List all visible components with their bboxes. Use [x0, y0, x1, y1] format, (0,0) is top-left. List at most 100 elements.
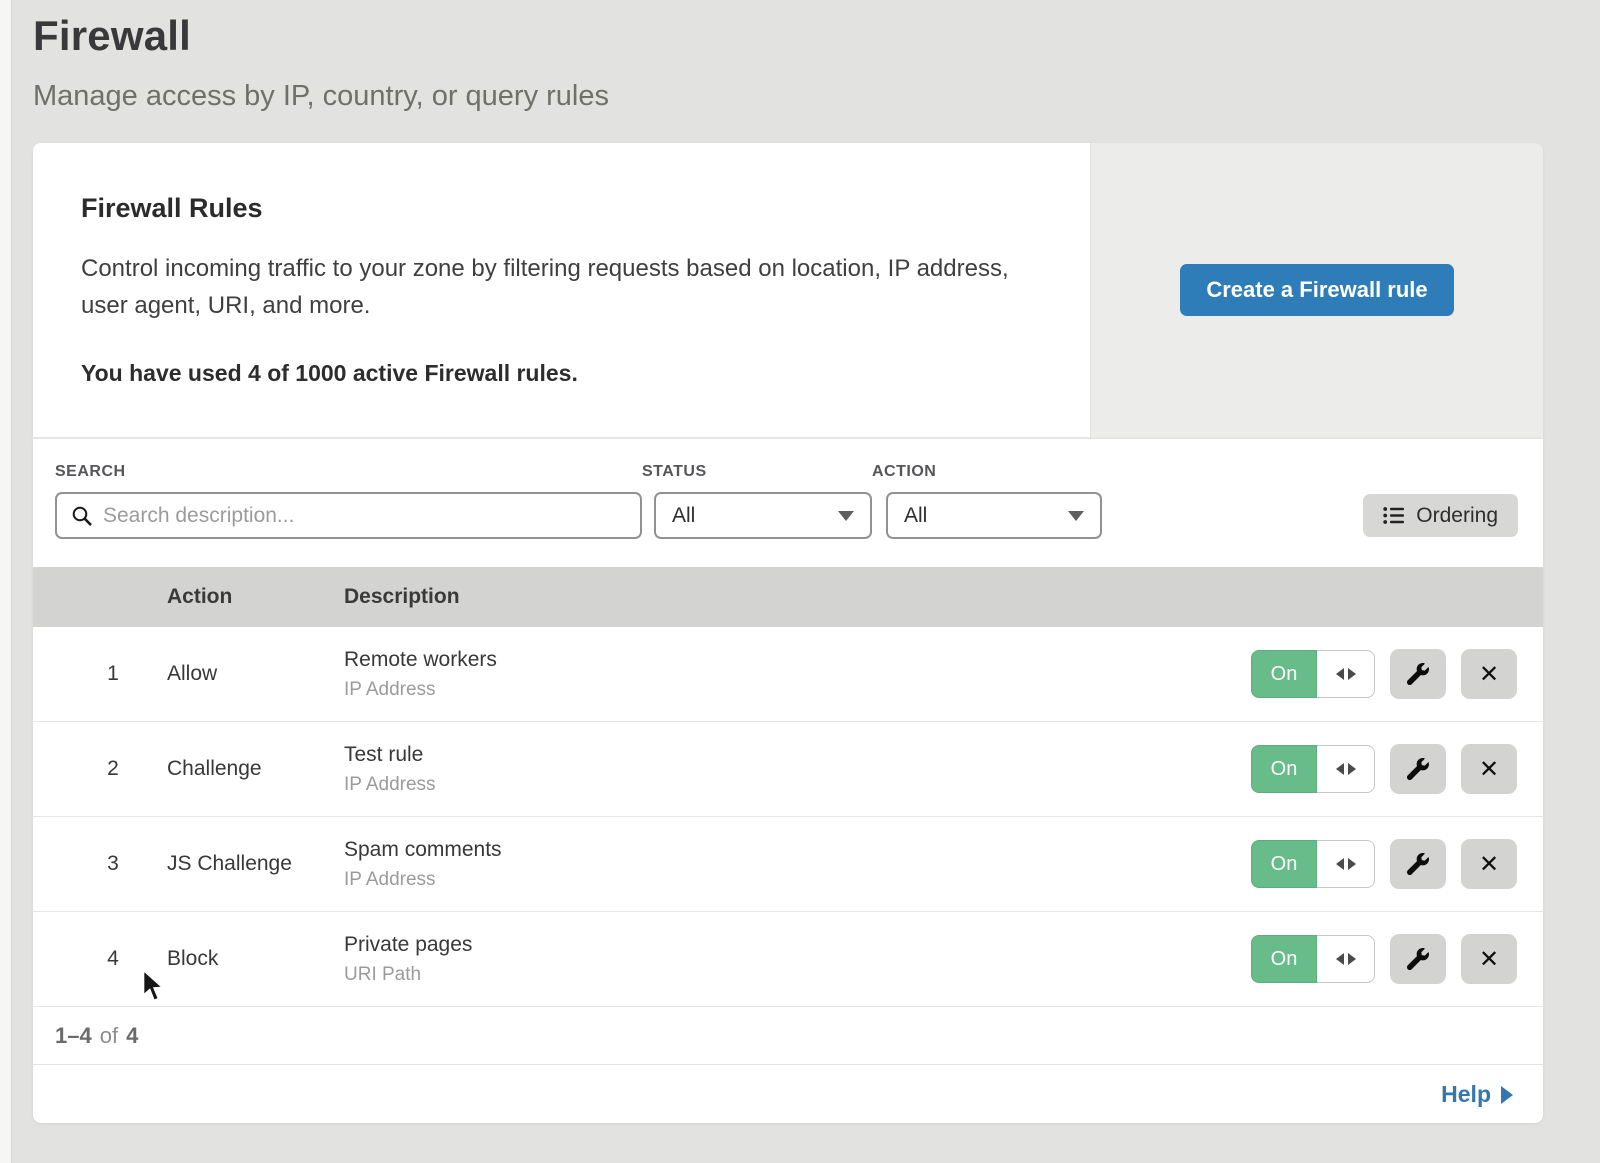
toggle-on-button[interactable]: On [1251, 650, 1317, 698]
wrench-icon [1407, 853, 1429, 875]
x-icon: ✕ [1479, 660, 1499, 689]
delete-rule-button[interactable]: ✕ [1461, 934, 1517, 984]
pagination-of: of [100, 1023, 118, 1049]
rule-priority: 2 [33, 757, 167, 781]
toggle-arrows-button[interactable] [1317, 840, 1375, 888]
chevron-down-icon [838, 511, 854, 521]
action-selected-value: All [904, 504, 927, 528]
card-description: Control incoming traffic to your zone by… [81, 250, 1031, 324]
arrow-left-icon [1336, 858, 1344, 870]
status-filter-group: STATUS All [642, 463, 872, 539]
table-header: Action Description [33, 567, 1543, 627]
table-row: 3 JS Challenge Spam comments IP Address … [33, 817, 1543, 912]
rule-match-type: URI Path [344, 964, 1251, 986]
rule-enabled-toggle: On [1251, 745, 1375, 793]
firewall-rules-card: Firewall Rules Control incoming traffic … [33, 143, 1543, 437]
ordering-button-label: Ordering [1416, 504, 1498, 528]
pagination-range: 1–4 [55, 1023, 92, 1049]
firewall-rules-card-body: Firewall Rules Control incoming traffic … [33, 143, 1090, 437]
search-box [55, 492, 642, 539]
page-subtitle: Manage access by IP, country, or query r… [33, 80, 1543, 113]
search-input[interactable] [103, 504, 626, 528]
arrow-right-icon [1348, 858, 1356, 870]
action-label: ACTION [872, 463, 1102, 481]
rule-enabled-toggle: On [1251, 650, 1375, 698]
rule-controls: On ✕ [1251, 744, 1543, 794]
window-left-edge [0, 0, 12, 1163]
arrow-right-icon [1348, 763, 1356, 775]
rule-match-type: IP Address [344, 679, 1251, 701]
rule-action: Block [167, 947, 344, 971]
table-row: 1 Allow Remote workers IP Address On [33, 627, 1543, 722]
help-link-label: Help [1441, 1081, 1491, 1108]
create-firewall-rule-button[interactable]: Create a Firewall rule [1180, 264, 1453, 316]
toggle-on-button[interactable]: On [1251, 840, 1317, 888]
rule-action: JS Challenge [167, 852, 344, 876]
edit-rule-button[interactable] [1390, 934, 1446, 984]
action-select[interactable]: All [886, 492, 1102, 539]
delete-rule-button[interactable]: ✕ [1461, 649, 1517, 699]
firewall-page: Firewall Manage access by IP, country, o… [33, 0, 1543, 1123]
arrow-right-icon [1348, 668, 1356, 680]
x-icon: ✕ [1479, 850, 1499, 879]
rule-priority: 3 [33, 852, 167, 876]
panel-footer: Help [33, 1065, 1543, 1123]
rule-priority: 4 [33, 947, 167, 971]
wrench-icon [1407, 758, 1429, 780]
filters-bar: SEARCH STATUS All ACTION All [33, 439, 1543, 567]
x-icon: ✕ [1479, 755, 1499, 784]
card-heading: Firewall Rules [81, 193, 1042, 224]
search-icon [71, 505, 93, 527]
arrow-left-icon [1336, 953, 1344, 965]
rule-description-cell: Remote workers IP Address [344, 648, 1251, 701]
edit-rule-button[interactable] [1390, 839, 1446, 889]
search-filter-group: SEARCH [55, 463, 642, 539]
rule-enabled-toggle: On [1251, 935, 1375, 983]
rule-description-cell: Test rule IP Address [344, 743, 1251, 796]
rule-controls: On ✕ [1251, 839, 1543, 889]
rules-panel: SEARCH STATUS All ACTION All [33, 439, 1543, 1123]
page-title: Firewall [33, 12, 1543, 60]
rule-description-cell: Private pages URI Path [344, 933, 1251, 986]
rule-controls: On ✕ [1251, 649, 1543, 699]
toggle-arrows-button[interactable] [1317, 745, 1375, 793]
edit-rule-button[interactable] [1390, 744, 1446, 794]
ordered-list-icon [1383, 506, 1405, 525]
rule-controls: On ✕ [1251, 934, 1543, 984]
edit-rule-button[interactable] [1390, 649, 1446, 699]
delete-rule-button[interactable]: ✕ [1461, 839, 1517, 889]
rule-description: Spam comments [344, 838, 1251, 862]
rule-enabled-toggle: On [1251, 840, 1375, 888]
pagination: 1–4 of 4 [33, 1007, 1543, 1065]
rule-match-type: IP Address [344, 869, 1251, 891]
x-icon: ✕ [1479, 945, 1499, 974]
table-row: 4 Block Private pages URI Path On [33, 912, 1543, 1007]
wrench-icon [1407, 948, 1429, 970]
arrow-left-icon [1336, 763, 1344, 775]
rule-action: Challenge [167, 757, 344, 781]
rule-match-type: IP Address [344, 774, 1251, 796]
rule-priority: 1 [33, 662, 167, 686]
toggle-on-button[interactable]: On [1251, 935, 1317, 983]
status-label: STATUS [642, 463, 872, 481]
chevron-down-icon [1068, 511, 1084, 521]
status-selected-value: All [672, 504, 695, 528]
search-label: SEARCH [55, 463, 642, 481]
rule-action: Allow [167, 662, 344, 686]
table-row: 2 Challenge Test rule IP Address On [33, 722, 1543, 817]
action-column-header: Action [167, 585, 344, 609]
delete-rule-button[interactable]: ✕ [1461, 744, 1517, 794]
help-link[interactable]: Help [1441, 1081, 1513, 1108]
action-filter-group: ACTION All [872, 463, 1102, 539]
rule-description: Remote workers [344, 648, 1251, 672]
description-column-header: Description [344, 585, 1543, 609]
status-select[interactable]: All [654, 492, 872, 539]
arrow-right-icon [1348, 953, 1356, 965]
rule-description-cell: Spam comments IP Address [344, 838, 1251, 891]
toggle-on-button[interactable]: On [1251, 745, 1317, 793]
toggle-arrows-button[interactable] [1317, 650, 1375, 698]
card-usage-count: You have used 4 of 1000 active Firewall … [81, 360, 1042, 387]
firewall-rules-card-side: Create a Firewall rule [1090, 143, 1543, 437]
toggle-arrows-button[interactable] [1317, 935, 1375, 983]
ordering-button[interactable]: Ordering [1363, 494, 1518, 537]
